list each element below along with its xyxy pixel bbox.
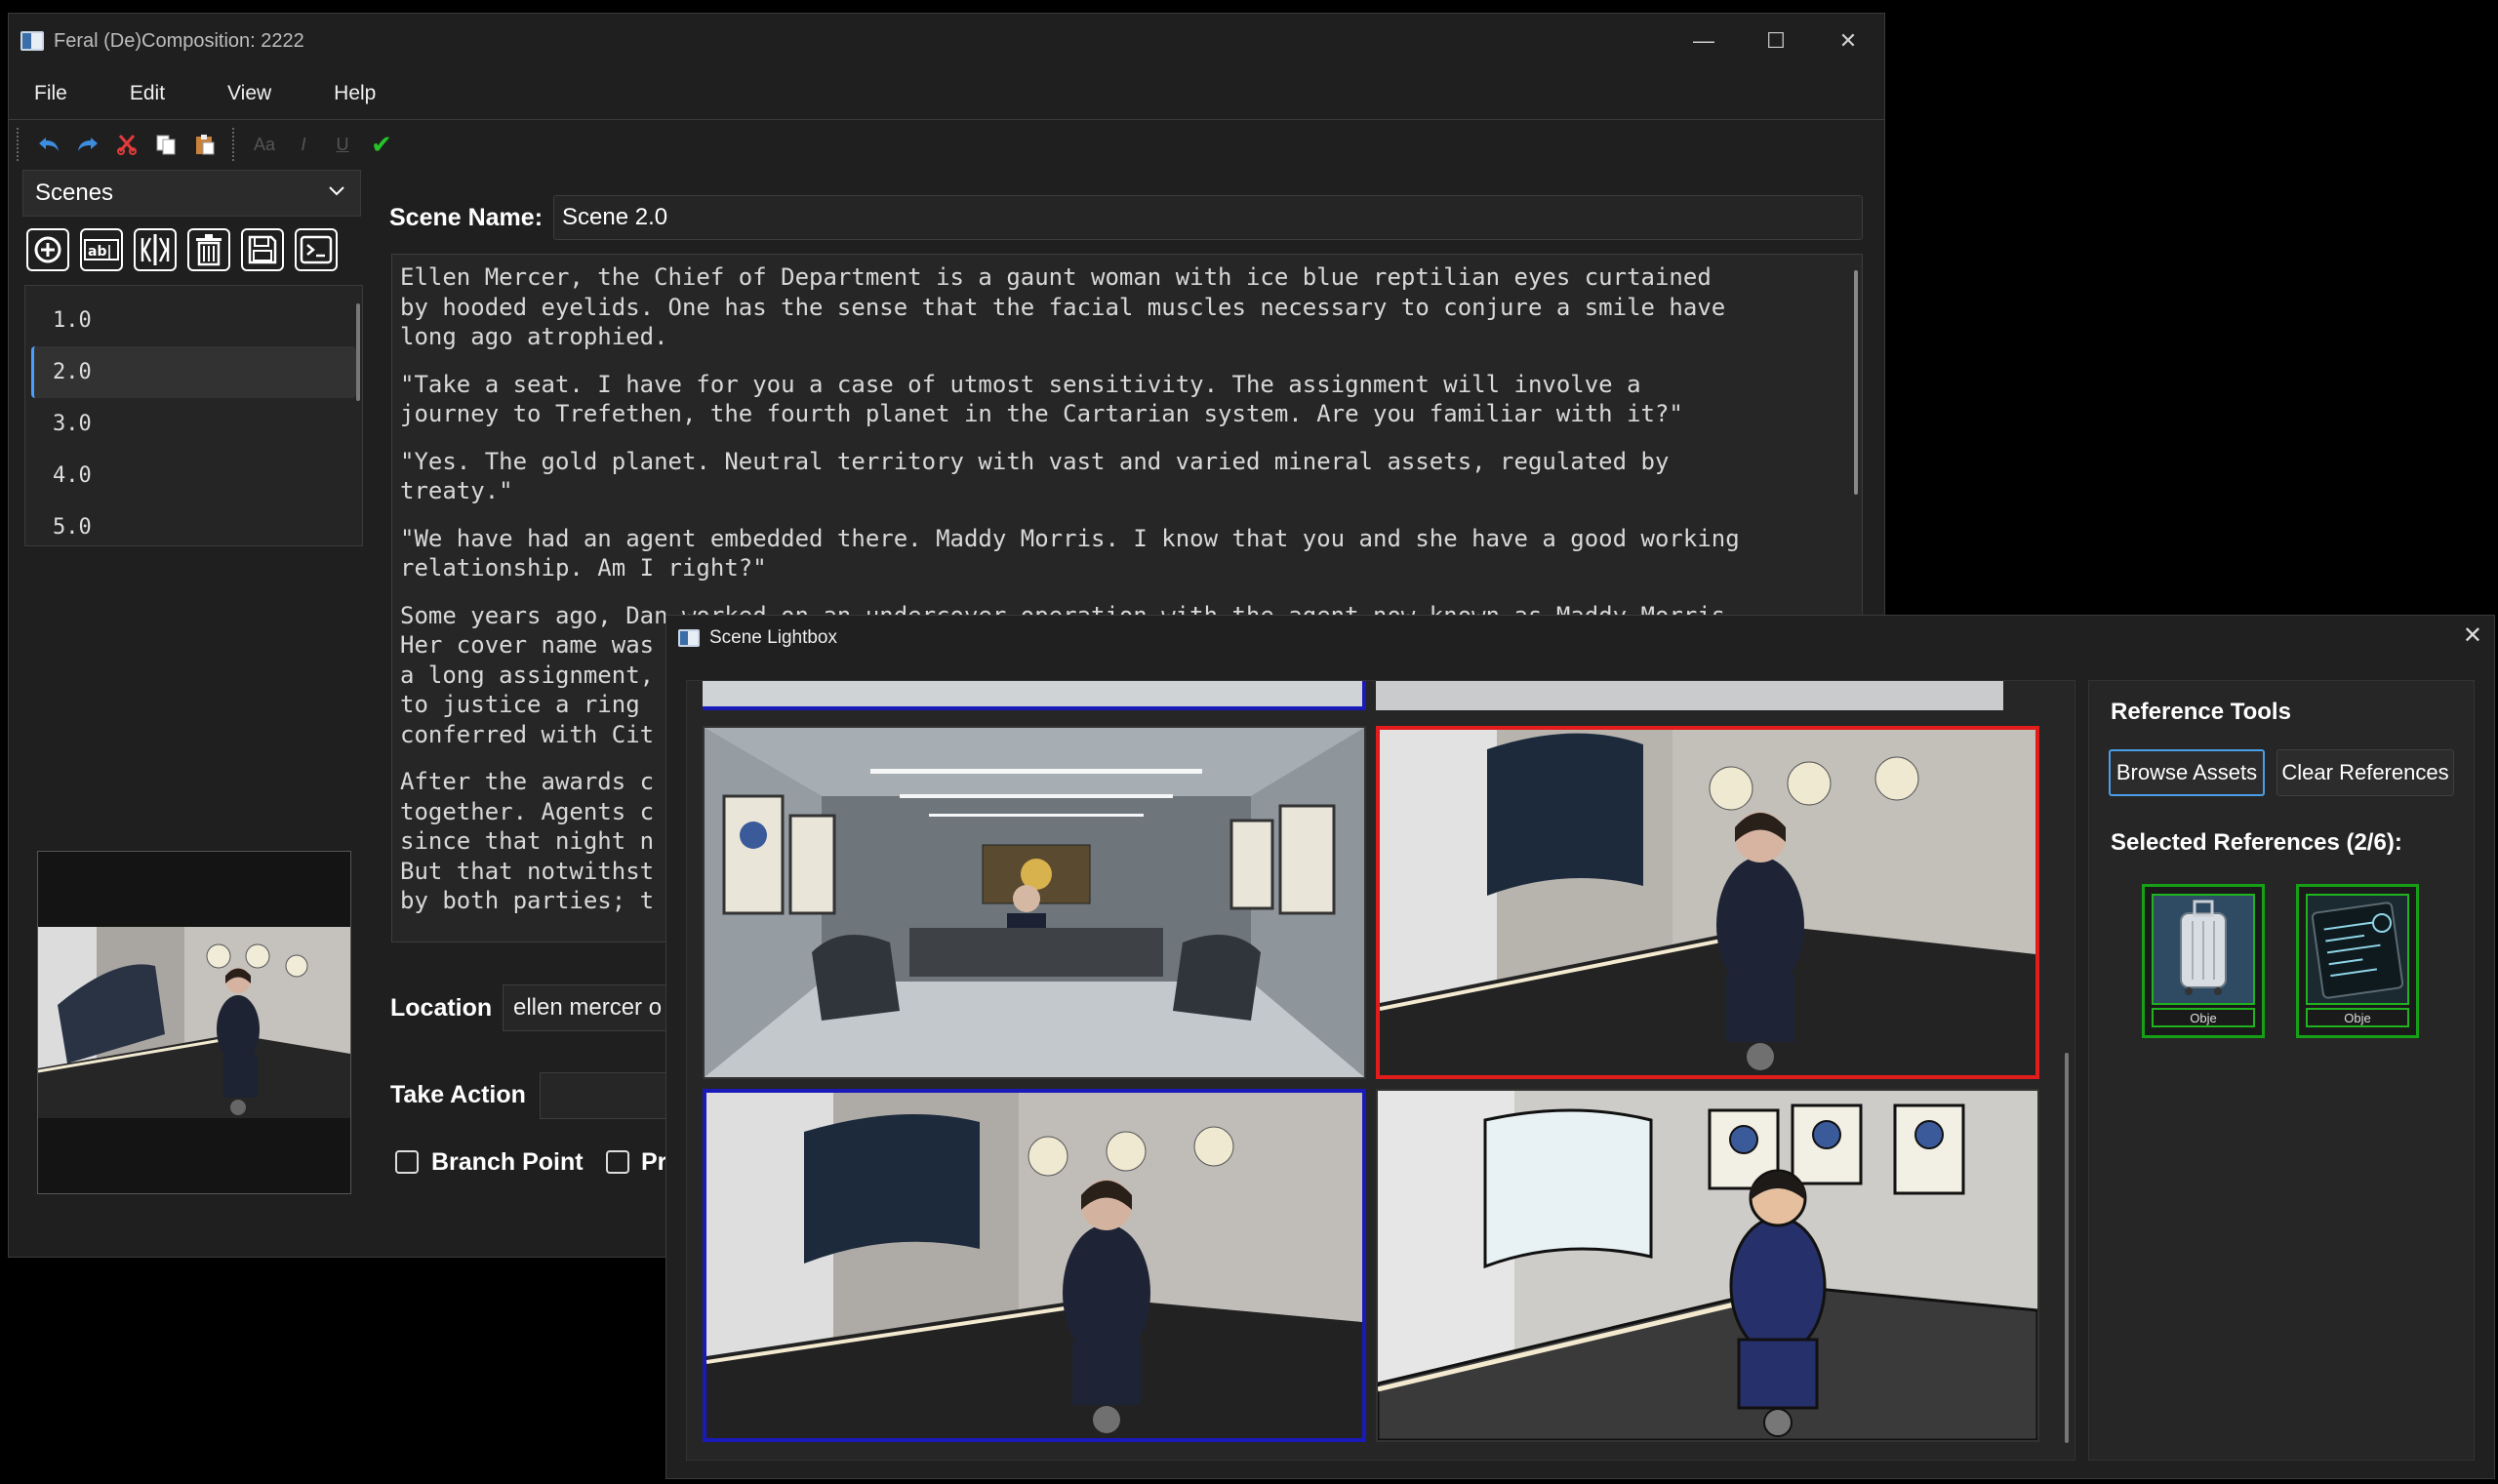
rename-icon[interactable]: ab| bbox=[80, 228, 123, 271]
chevron-down-icon bbox=[327, 180, 346, 206]
undo-icon[interactable] bbox=[29, 125, 68, 164]
scene-list-item[interactable]: 3.0 bbox=[31, 398, 356, 450]
menu-bar: File Edit View Help bbox=[9, 68, 1884, 120]
paste-icon[interactable] bbox=[185, 125, 224, 164]
reference-card[interactable]: Obje bbox=[2296, 884, 2419, 1038]
lightbox-title: Scene Lightbox bbox=[709, 627, 837, 648]
reference-tools-title: Reference Tools bbox=[2111, 699, 2291, 725]
image-thumbnail[interactable] bbox=[703, 726, 1366, 1079]
story-paragraph: "Take a seat. I have for you a case of u… bbox=[400, 370, 1683, 428]
svg-text:ab|: ab| bbox=[88, 244, 112, 260]
delete-icon[interactable] bbox=[187, 228, 230, 271]
second-checkbox-label: Pr bbox=[641, 1148, 667, 1176]
clear-references-button[interactable]: Clear References bbox=[2276, 749, 2454, 796]
branch-point-label: Branch Point bbox=[431, 1148, 584, 1176]
story-scrollbar[interactable] bbox=[1854, 270, 1858, 495]
location-label: Location bbox=[390, 994, 493, 1022]
menu-file[interactable]: File bbox=[9, 82, 93, 105]
menu-view[interactable]: View bbox=[190, 82, 297, 105]
redo-icon[interactable] bbox=[68, 125, 107, 164]
add-scene-icon[interactable] bbox=[26, 228, 69, 271]
image-thumbnail[interactable] bbox=[1376, 1089, 2039, 1442]
lightbox-close-button[interactable]: ✕ bbox=[2463, 622, 2482, 650]
image-grid[interactable] bbox=[686, 680, 2075, 1461]
save-icon[interactable] bbox=[241, 228, 284, 271]
close-button[interactable]: ✕ bbox=[1812, 14, 1884, 68]
tablet-icon bbox=[2306, 894, 2409, 1005]
selected-references-label: Selected References (2/6): bbox=[2111, 829, 2402, 856]
scene-lightbox-window: Scene Lightbox ✕ Reference Tools Browse … bbox=[665, 615, 2495, 1479]
toolbar: Aa I U ✔ bbox=[9, 120, 1884, 169]
check-icon[interactable]: ✔ bbox=[362, 125, 401, 164]
app-icon bbox=[20, 31, 44, 51]
lightbox-app-icon bbox=[678, 629, 700, 647]
browse-assets-button[interactable]: Browse Assets bbox=[2109, 749, 2265, 796]
luggage-icon bbox=[2152, 894, 2255, 1005]
menu-help[interactable]: Help bbox=[297, 82, 401, 105]
maximize-button[interactable]: ☐ bbox=[1740, 14, 1812, 68]
scene-list-item[interactable]: 1.0 bbox=[31, 295, 356, 346]
story-paragraph: "Yes. The gold planet. Neutral territory… bbox=[400, 447, 1670, 505]
story-paragraph: "We have had an agent embedded there. Ma… bbox=[400, 524, 1740, 582]
scenes-dropdown[interactable]: Scenes bbox=[22, 170, 361, 217]
image-thumbnail-partial[interactable] bbox=[1376, 681, 2003, 710]
minimize-button[interactable]: — bbox=[1668, 14, 1740, 68]
italic-icon[interactable]: I bbox=[284, 125, 323, 164]
image-grid-scrollbar[interactable] bbox=[2065, 1053, 2069, 1443]
lightbox-titlebar[interactable]: Scene Lightbox ✕ bbox=[666, 616, 2494, 661]
reference-card[interactable]: Obje bbox=[2142, 884, 2265, 1038]
story-paragraph: Ellen Mercer, the Chief of Department is… bbox=[400, 263, 1726, 350]
toolbar-grip bbox=[17, 128, 21, 161]
scene-tools: ab| bbox=[26, 228, 338, 271]
scene-name-input[interactable]: Scene 2.0 bbox=[553, 195, 1863, 240]
image-thumbnail-selected[interactable] bbox=[1376, 726, 2039, 1079]
toolbar-separator bbox=[232, 128, 237, 161]
scenes-dropdown-label: Scenes bbox=[35, 180, 114, 206]
image-thumbnail-selected[interactable] bbox=[703, 1089, 1366, 1442]
scene-list-item-selected[interactable]: 2.0 bbox=[31, 346, 356, 398]
console-icon[interactable] bbox=[295, 228, 338, 271]
take-action-input[interactable] bbox=[540, 1072, 676, 1119]
scene-list-item[interactable]: 4.0 bbox=[31, 450, 356, 501]
branch-point-checkbox[interactable] bbox=[395, 1150, 419, 1174]
cut-icon[interactable] bbox=[107, 125, 146, 164]
menu-edit[interactable]: Edit bbox=[93, 82, 190, 105]
take-action-label: Take Action bbox=[390, 1081, 526, 1108]
scene-name-label: Scene Name: bbox=[389, 204, 544, 231]
split-icon[interactable] bbox=[134, 228, 177, 271]
location-input[interactable]: ellen mercer o bbox=[503, 984, 678, 1031]
reference-caption: Obje bbox=[2152, 1008, 2255, 1027]
image-thumbnail-partial[interactable] bbox=[703, 681, 1366, 710]
scene-list[interactable]: 1.0 2.0 3.0 4.0 5.0 bbox=[24, 285, 363, 546]
scene-thumbnail bbox=[37, 851, 351, 1194]
window-title: Feral (De)Composition: 2222 bbox=[54, 29, 304, 52]
font-icon[interactable]: Aa bbox=[245, 125, 284, 164]
reference-tools-panel: Reference Tools Browse Assets Clear Refe… bbox=[2088, 680, 2475, 1461]
copy-icon[interactable] bbox=[146, 125, 185, 164]
scene-list-scrollbar[interactable] bbox=[356, 303, 360, 401]
scene-list-item[interactable]: 5.0 bbox=[31, 501, 356, 553]
reference-caption: Obje bbox=[2306, 1008, 2409, 1027]
underline-icon[interactable]: U bbox=[323, 125, 362, 164]
main-titlebar[interactable]: Feral (De)Composition: 2222 — ☐ ✕ bbox=[9, 14, 1884, 68]
second-checkbox[interactable] bbox=[606, 1150, 629, 1174]
